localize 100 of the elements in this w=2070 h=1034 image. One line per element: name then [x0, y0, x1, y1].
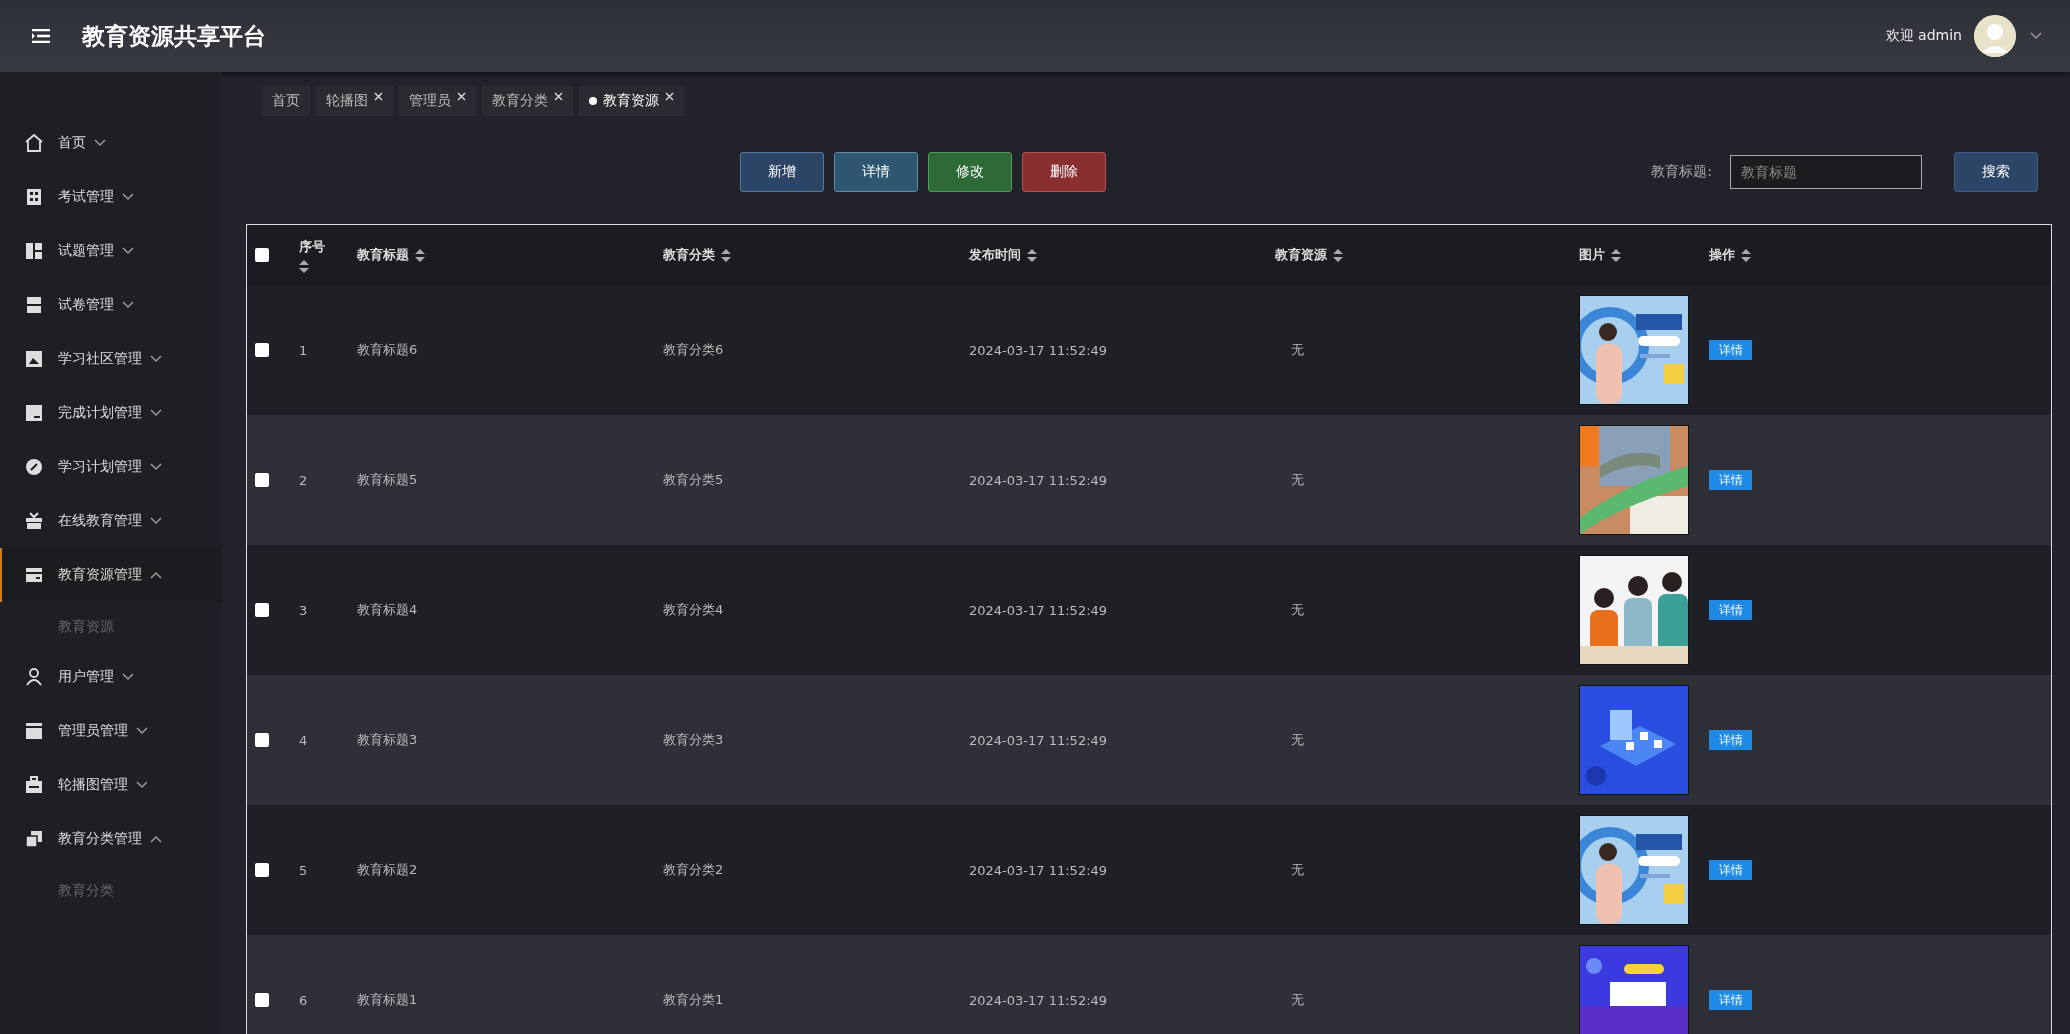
table-cell-text: 5 [299, 862, 309, 878]
compass-icon [24, 457, 44, 477]
gift-icon [24, 511, 44, 531]
sidebar-item[interactable]: 教育资源管理 [0, 548, 222, 602]
table-cell-text: 教育标题6 [357, 341, 419, 359]
sort-icon[interactable] [1741, 248, 1751, 262]
sidebar-item[interactable]: 学习计划管理 [0, 440, 222, 494]
sidebar-item[interactable]: 用户管理 [0, 650, 222, 704]
sidebar-item[interactable]: 完成计划管理 [0, 386, 222, 440]
table-cell-text: 教育标题4 [357, 601, 419, 619]
chevron-down-icon [136, 727, 148, 735]
table-cell: 无 [1291, 342, 1304, 357]
table-cell-text: 教育标题5 [357, 471, 419, 489]
table-cell-text: 2 [299, 472, 309, 488]
detail-button[interactable]: 详情 [1709, 990, 1752, 1010]
checkbox[interactable] [255, 603, 269, 617]
close-icon[interactable] [665, 91, 674, 101]
sort-icon[interactable] [415, 248, 425, 262]
column-header: 教育资源 [1275, 246, 1327, 264]
chevron-down-icon [150, 517, 162, 525]
table-cell-text: 2024-03-17 11:52:49 [969, 992, 1109, 1008]
chevron-up-icon [150, 835, 162, 843]
sidebar-item[interactable]: 试卷管理 [0, 278, 222, 332]
active-dot [589, 97, 597, 105]
table-cell-text: 教育分类6 [663, 341, 725, 359]
table-cell-text: 教育分类2 [663, 861, 725, 879]
delete-button[interactable]: 删除 [1022, 152, 1106, 192]
chevron-down-icon [122, 673, 134, 681]
picture-icon [24, 349, 44, 369]
table-cell-text: 2024-03-17 11:52:49 [969, 472, 1109, 488]
table-cell-text: 2024-03-17 11:52:49 [969, 342, 1109, 358]
close-icon[interactable] [374, 91, 383, 101]
detail-button[interactable]: 详情 [1709, 860, 1752, 880]
table-cell-text: 教育标题1 [357, 991, 419, 1009]
welcome-text: 欢迎 admin [1885, 27, 1962, 45]
table-cell-text: 2024-03-17 11:52:49 [969, 732, 1109, 748]
menu-icon[interactable] [32, 29, 50, 43]
detail-button[interactable]: 详情 [1709, 730, 1752, 750]
column-header: 序号 [299, 237, 325, 256]
table-cell-text: 教育标题3 [357, 731, 419, 749]
sort-icon[interactable] [299, 259, 309, 273]
checkbox[interactable] [255, 248, 269, 262]
chevron-down-icon [150, 409, 162, 417]
checkbox[interactable] [255, 733, 269, 747]
table-cell: 无 [1291, 472, 1304, 487]
sidebar-item[interactable]: 学习社区管理 [0, 332, 222, 386]
chevron-down-icon [122, 247, 134, 255]
chevron-down-icon [150, 355, 162, 363]
close-icon[interactable] [457, 91, 466, 101]
table-cell-text: 教育分类1 [663, 991, 725, 1009]
wallet-icon [24, 565, 44, 585]
table-cell-text: 教育分类5 [663, 471, 725, 489]
table-cell-text: 教育分类3 [663, 731, 725, 749]
edit-button[interactable]: 修改 [928, 152, 1012, 192]
panel-icon [24, 403, 44, 423]
detail-button[interactable]: 详情 [1709, 340, 1752, 360]
column-header: 教育标题 [357, 246, 409, 264]
checkbox[interactable] [255, 863, 269, 877]
sidebar-item[interactable]: 教育分类管理 [0, 812, 222, 866]
tab[interactable]: 轮播图 [316, 86, 393, 116]
sidebar-item[interactable]: 首页 [0, 116, 222, 170]
column-header: 发布时间 [969, 246, 1021, 264]
checkbox[interactable] [255, 473, 269, 487]
sidebar-item[interactable]: 轮播图管理 [0, 758, 222, 812]
chevron-down-icon [2030, 32, 2042, 40]
tab[interactable]: 首页 [262, 86, 310, 116]
table-cell-text: 4 [299, 732, 309, 748]
table-cell: 无 [1291, 992, 1304, 1007]
table-cell-text: 3 [299, 602, 309, 618]
checkbox[interactable] [255, 993, 269, 1007]
checkbox[interactable] [255, 343, 269, 357]
detail-button[interactable]: 详情 [1709, 470, 1752, 490]
table-cell: 无 [1291, 732, 1304, 747]
column-header: 图片 [1579, 246, 1605, 264]
tab[interactable]: 管理员 [399, 86, 476, 116]
chevron-down-icon [122, 301, 134, 309]
user-icon [24, 667, 44, 687]
sidebar-item[interactable]: 试题管理 [0, 224, 222, 278]
sort-icon[interactable] [1027, 248, 1037, 262]
tab[interactable]: 教育分类 [482, 86, 573, 116]
detail-button[interactable]: 详情 [834, 152, 918, 192]
sort-icon[interactable] [1611, 248, 1621, 262]
sort-icon[interactable] [1333, 248, 1343, 262]
sidebar-item[interactable]: 考试管理 [0, 170, 222, 224]
avatar[interactable] [1974, 15, 2016, 57]
table-cell: 无 [1291, 862, 1304, 877]
sort-icon[interactable] [721, 248, 731, 262]
search-field[interactable]: 教育标题 [1730, 155, 1922, 189]
tab[interactable]: 教育资源 [579, 86, 684, 116]
sidebar-item[interactable]: 在线教育管理 [0, 494, 222, 548]
search-button[interactable]: 搜索 [1954, 152, 2038, 192]
detail-button[interactable]: 详情 [1709, 600, 1752, 620]
table-cell-text: 教育标题2 [357, 861, 419, 879]
chevron-down-icon [94, 139, 106, 147]
home-icon [24, 133, 44, 153]
sidebar-item[interactable]: 管理员管理 [0, 704, 222, 758]
chevron-up-icon [150, 571, 162, 579]
chevron-down-icon [136, 781, 148, 789]
close-icon[interactable] [554, 91, 563, 101]
add-button[interactable]: 新增 [740, 152, 824, 192]
